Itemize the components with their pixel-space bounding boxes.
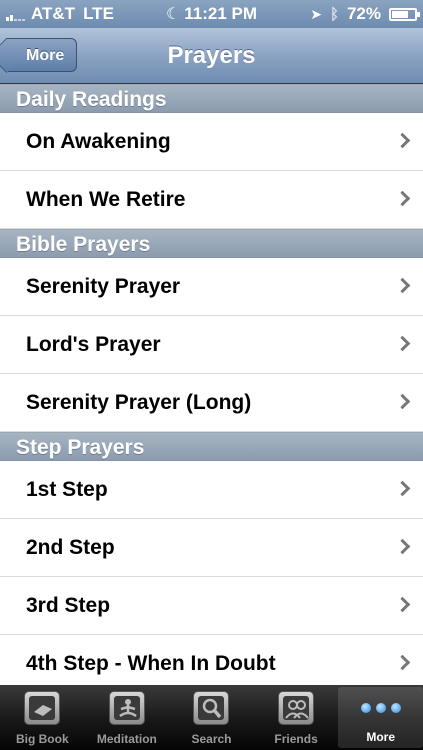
moon-icon: ☾ [165, 6, 181, 23]
list-item-4th-step[interactable]: 4th Step - When In Doubt [0, 635, 423, 685]
list-item-2nd-step[interactable]: 2nd Step [0, 519, 423, 577]
book-icon [24, 691, 61, 725]
battery-percent: 72% [346, 4, 381, 23]
chevron-right-icon [394, 538, 411, 555]
page-title: Prayers [167, 42, 256, 69]
tab-label: Search [191, 732, 232, 746]
list-item-label: Serenity Prayer (Long) [26, 391, 252, 414]
list-item-1st-step[interactable]: 1st Step [0, 461, 423, 519]
list-item-lords-prayer[interactable]: Lord's Prayer [0, 316, 423, 374]
prayers-list[interactable]: Daily Readings On Awakening When We Reti… [0, 84, 423, 685]
tab-more[interactable]: More [338, 687, 423, 748]
chevron-right-icon [394, 132, 411, 149]
status-time: 11:21 PM [184, 4, 258, 23]
list-item-label: When We Retire [26, 188, 186, 211]
chevron-right-icon [394, 480, 411, 497]
bluetooth-icon: ᛒ [329, 5, 339, 23]
list-item-3rd-step[interactable]: 3rd Step [0, 577, 423, 635]
location-arrow-icon: ➤ [310, 5, 322, 22]
tab-label: Friends [274, 732, 318, 746]
tab-bar: Big Book Meditation Search Friends More [0, 685, 423, 750]
battery-fill [392, 10, 408, 18]
chevron-right-icon [394, 596, 411, 613]
list-item-on-awakening[interactable]: On Awakening [0, 113, 423, 171]
list-item-serenity-prayer-long[interactable]: Serenity Prayer (Long) [0, 374, 423, 432]
list-item-label: Lord's Prayer [26, 333, 161, 356]
status-bar: AT&T LTE ☾ 11:21 PM ➤ ᛒ 72% [0, 0, 423, 28]
list-item-serenity-prayer[interactable]: Serenity Prayer [0, 258, 423, 316]
section-header-step-prayers: Step Prayers [0, 432, 423, 461]
list-item-label: 2nd Step [26, 536, 115, 559]
chevron-right-icon [394, 335, 411, 352]
tab-big-book[interactable]: Big Book [0, 685, 85, 750]
tab-meditation[interactable]: Meditation [85, 685, 170, 750]
list-item-label: 1st Step [26, 478, 108, 501]
list-item-label: 3rd Step [26, 594, 111, 617]
chevron-right-icon [394, 654, 411, 671]
list-item-label: On Awakening [26, 130, 171, 153]
tab-friends[interactable]: Friends [254, 685, 339, 750]
more-dots-icon [360, 703, 401, 713]
tab-label: Big Book [15, 732, 69, 746]
section-header-daily-readings: Daily Readings [0, 84, 423, 113]
tab-search[interactable]: Search [169, 685, 254, 750]
chevron-right-icon [394, 190, 411, 207]
status-right-group: ➤ ᛒ 72% [310, 4, 420, 24]
list-item-label: 4th Step - When In Doubt [26, 652, 276, 675]
friends-icon [278, 691, 315, 725]
list-item-when-we-retire[interactable]: When We Retire [0, 171, 423, 229]
section-header-bible-prayers: Bible Prayers [0, 229, 423, 258]
tab-label: Meditation [96, 732, 157, 746]
navigation-bar: More Prayers [0, 28, 423, 84]
battery-icon [389, 7, 420, 21]
chevron-right-icon [394, 393, 411, 410]
list-item-label: Serenity Prayer [26, 275, 181, 298]
tab-label: More [366, 730, 395, 744]
chevron-right-icon [394, 277, 411, 294]
search-icon [193, 691, 230, 725]
meditation-icon [108, 691, 145, 725]
